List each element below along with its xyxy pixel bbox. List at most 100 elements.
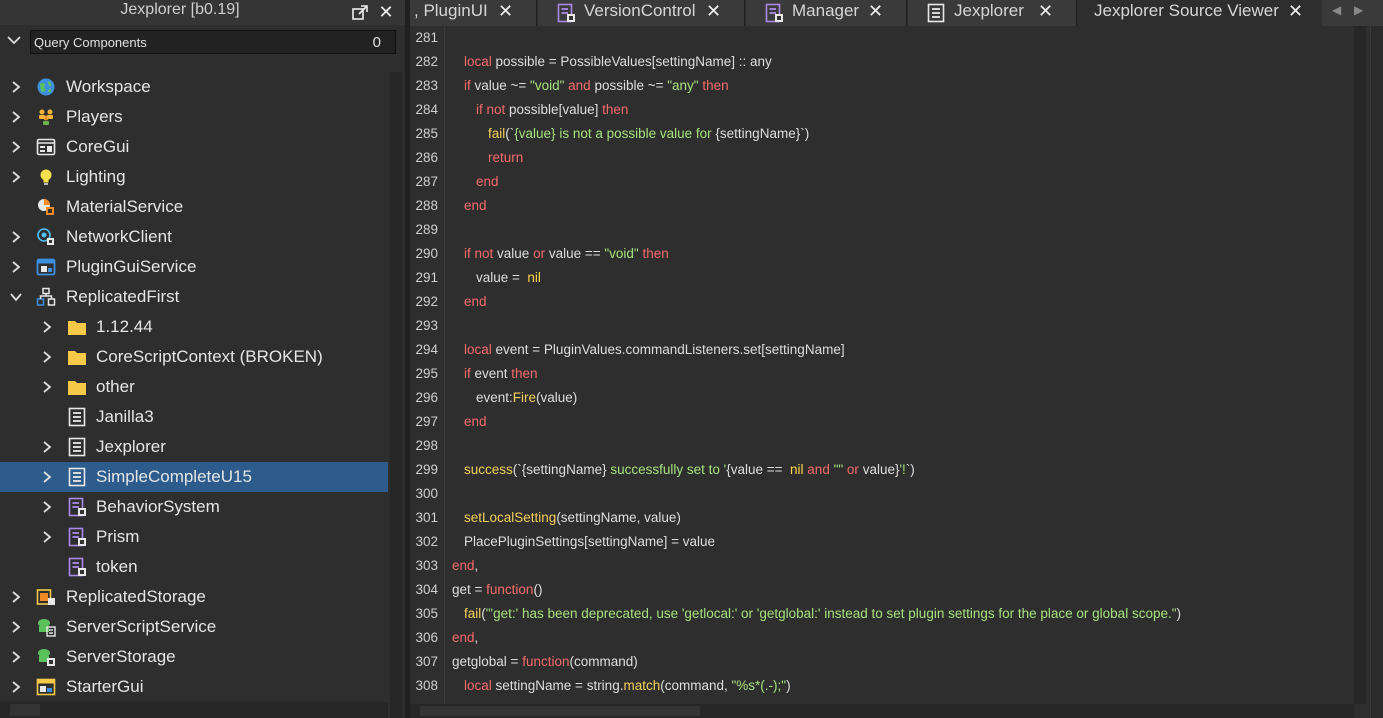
- folder-icon: [68, 381, 86, 395]
- tab-close-icon[interactable]: ✕: [868, 1, 883, 22]
- close-icon[interactable]: ✕: [376, 2, 396, 22]
- tree-item[interactable]: ReplicatedStorage: [0, 582, 388, 612]
- popout-icon[interactable]: [350, 3, 370, 23]
- code-line: success(`{settingName} successfully set …: [464, 462, 915, 477]
- chevron-down-icon[interactable]: [10, 291, 22, 303]
- line-number: 283: [415, 78, 438, 93]
- chevron-down-icon[interactable]: [6, 32, 22, 48]
- tree-item[interactable]: NetworkClient: [0, 222, 388, 252]
- tab-next-icon[interactable]: ▶: [1354, 3, 1363, 17]
- modulescript-icon: [557, 3, 575, 23]
- chevron-right-icon[interactable]: [10, 261, 22, 273]
- chevron-right-icon[interactable]: [10, 231, 22, 243]
- tree-item-label: MaterialService: [66, 197, 184, 216]
- chevron-right-icon[interactable]: [41, 441, 53, 453]
- tree-item[interactable]: Workspace: [0, 72, 388, 102]
- chevron-right-icon[interactable]: [41, 381, 53, 393]
- tree-item-label: Janilla3: [96, 407, 154, 426]
- line-number: 288: [415, 198, 438, 213]
- tree-item[interactable]: Players: [0, 102, 388, 132]
- explorer-titlebar: Jexplorer [b0.19] ✕: [0, 0, 405, 25]
- tab-item[interactable]: Manager ✕: [746, 0, 907, 26]
- chevron-right-icon[interactable]: [41, 321, 53, 333]
- explorer-vertical-scrollbar[interactable]: [390, 72, 402, 718]
- tab-item[interactable]: , PluginUI ✕: [410, 0, 537, 26]
- tree-item[interactable]: StarterGui: [0, 672, 388, 702]
- tab-item[interactable]: Jexplorer Source Viewer ✕: [1078, 0, 1327, 26]
- tree-item[interactable]: Prism: [0, 522, 388, 552]
- plugin-gui-icon: [36, 258, 56, 276]
- tree-item[interactable]: other: [0, 372, 388, 402]
- tree-item-label: CoreGui: [66, 137, 130, 156]
- editor-overview-ruler: [1370, 26, 1383, 718]
- line-number: 302: [415, 534, 438, 549]
- players-icon: [39, 109, 53, 125]
- chevron-right-icon[interactable]: [10, 141, 22, 153]
- tree-item[interactable]: Jexplorer: [0, 432, 388, 462]
- code-token: event = PluginValues.commandListeners.se…: [491, 342, 845, 357]
- code-token: end: [452, 558, 475, 573]
- chevron-right-icon[interactable]: [41, 471, 53, 483]
- line-number: 282: [415, 54, 438, 69]
- code-token: possible = PossibleValues[settingName] :…: [491, 54, 772, 69]
- code-token: and: [564, 78, 591, 93]
- tree-item-label: CoreScriptContext (BROKEN): [96, 347, 323, 366]
- explorer-horizontal-scrollbar[interactable]: [0, 702, 388, 718]
- code-line: value = nil: [476, 270, 541, 285]
- tree-item[interactable]: CoreScriptContext (BROKEN): [0, 342, 388, 372]
- chevron-right-icon[interactable]: [10, 111, 22, 123]
- starter-gui-icon: [36, 678, 56, 696]
- chevron-right-icon[interactable]: [10, 651, 22, 663]
- tab-close-icon[interactable]: ✕: [1288, 1, 1303, 22]
- tree-item[interactable]: ReplicatedFirst: [0, 282, 388, 312]
- tree-item[interactable]: CoreGui: [0, 132, 388, 162]
- code-token: then: [698, 78, 729, 93]
- tree-item[interactable]: PluginGuiService: [0, 252, 388, 282]
- query-input[interactable]: Query Components 0: [30, 30, 396, 54]
- code-line: PlacePluginSettings[settingName] = value: [464, 534, 715, 549]
- chevron-right-icon[interactable]: [10, 621, 22, 633]
- code-token: value ==: [545, 246, 605, 261]
- code-token: end: [464, 294, 487, 309]
- tab-prev-icon[interactable]: ◀: [1332, 3, 1341, 17]
- code-editor[interactable]: 281 282 local possible = PossibleValues[se…: [410, 26, 1383, 718]
- code-token: then: [602, 102, 629, 117]
- line-number: 281: [415, 30, 438, 45]
- tree-item[interactable]: SimpleCompleteU15: [0, 462, 388, 492]
- material-icon: [38, 199, 54, 215]
- line-number: 295: [415, 366, 438, 381]
- tree-item[interactable]: ServerStorage: [0, 642, 388, 672]
- gutter-separator: [444, 26, 445, 718]
- tree-item[interactable]: Janilla3: [0, 402, 388, 432]
- tree-item[interactable]: ServerScriptService: [0, 612, 388, 642]
- line-number: 306: [415, 630, 438, 645]
- tree-item[interactable]: MaterialService: [0, 192, 388, 222]
- code-token: fail: [488, 126, 506, 141]
- tree-item[interactable]: token: [0, 552, 388, 582]
- tab-close-icon[interactable]: ✕: [1038, 1, 1053, 22]
- tree-item[interactable]: 1.12.44: [0, 312, 388, 342]
- editor-vertical-scrollbar[interactable]: [1354, 26, 1366, 704]
- code-token: (): [533, 582, 543, 597]
- tree-item-label: ReplicatedStorage: [66, 587, 206, 606]
- chevron-right-icon[interactable]: [41, 351, 53, 363]
- tab-item[interactable]: VersionControl ✕: [538, 0, 745, 26]
- tree-item-label: NetworkClient: [66, 227, 172, 246]
- chevron-right-icon[interactable]: [10, 171, 22, 183]
- chevron-right-icon[interactable]: [41, 501, 53, 513]
- tab-label: , PluginUI: [414, 1, 488, 20]
- code-token: ,: [474, 630, 479, 645]
- code-token: possible[value]: [505, 102, 603, 117]
- tree-item[interactable]: BehaviorSystem: [0, 492, 388, 522]
- tab-item[interactable]: Jexplorer ✕: [908, 0, 1077, 26]
- chevron-right-icon[interactable]: [10, 681, 22, 693]
- line-number: 301: [415, 510, 438, 525]
- chevron-right-icon[interactable]: [10, 81, 22, 93]
- code-token: "void": [530, 78, 565, 93]
- tab-close-icon[interactable]: ✕: [706, 1, 721, 22]
- editor-horizontal-scrollbar[interactable]: [410, 704, 1354, 718]
- tree-item[interactable]: Lighting: [0, 162, 388, 192]
- chevron-right-icon[interactable]: [10, 591, 22, 603]
- tab-close-icon[interactable]: ✕: [498, 1, 513, 22]
- chevron-right-icon[interactable]: [41, 531, 53, 543]
